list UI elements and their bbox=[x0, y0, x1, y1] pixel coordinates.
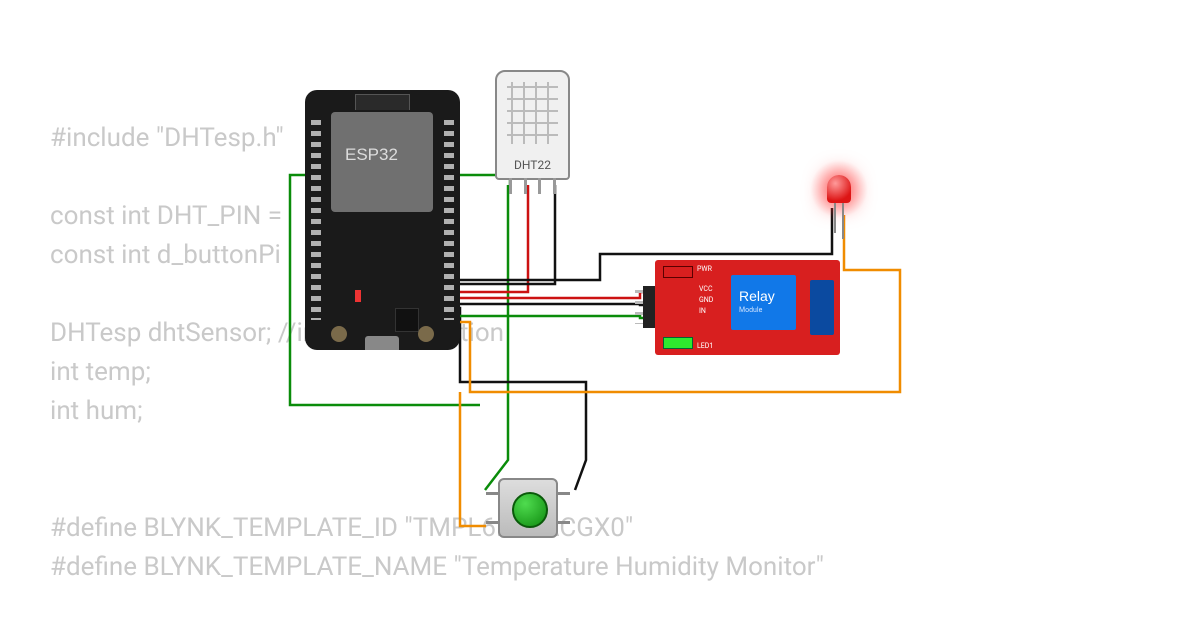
esp32-label: ESP32 bbox=[345, 145, 398, 165]
relay-pwr-label: PWR bbox=[697, 265, 712, 273]
circuit-canvas[interactable]: ESP32 DHT22 PWR LED1 VCC GND IN Relay Mo… bbox=[0, 0, 1200, 630]
button-plunger[interactable] bbox=[512, 492, 548, 528]
esp32-usb-port bbox=[365, 336, 399, 350]
esp32-en-button[interactable] bbox=[331, 326, 347, 342]
relay-title: Relay bbox=[739, 288, 775, 304]
esp32-chip-icon bbox=[395, 308, 419, 332]
esp32-board[interactable]: ESP32 bbox=[305, 90, 460, 350]
esp32-led-icon bbox=[355, 290, 361, 302]
relay-input-header bbox=[643, 286, 655, 328]
relay-status-led-icon bbox=[663, 337, 693, 349]
button-leg bbox=[486, 521, 500, 524]
relay-in-label: IN bbox=[699, 306, 713, 317]
relay-led1-label: LED1 bbox=[697, 342, 713, 350]
relay-pwr-led-icon bbox=[663, 266, 693, 278]
button-leg bbox=[556, 521, 570, 524]
relay-module[interactable]: PWR LED1 VCC GND IN Relay Module bbox=[655, 260, 840, 355]
relay-subtitle: Module bbox=[739, 306, 762, 314]
wires bbox=[0, 0, 1200, 630]
relay-pin-labels: VCC GND IN bbox=[699, 284, 713, 317]
push-button[interactable] bbox=[498, 478, 558, 538]
relay-terminal-block bbox=[810, 280, 834, 335]
button-leg bbox=[486, 492, 500, 495]
button-leg bbox=[556, 492, 570, 495]
esp32-boot-button[interactable] bbox=[418, 326, 434, 342]
dht22-sensor[interactable]: DHT22 bbox=[495, 70, 570, 180]
relay-gnd-label: GND bbox=[699, 295, 713, 306]
relay-vcc-label: VCC bbox=[699, 284, 713, 295]
led-red[interactable] bbox=[827, 175, 851, 203]
dht22-grille-icon bbox=[507, 82, 558, 144]
dht22-label: DHT22 bbox=[497, 158, 568, 172]
dht22-pins bbox=[509, 178, 556, 194]
esp32-antenna bbox=[355, 94, 410, 110]
